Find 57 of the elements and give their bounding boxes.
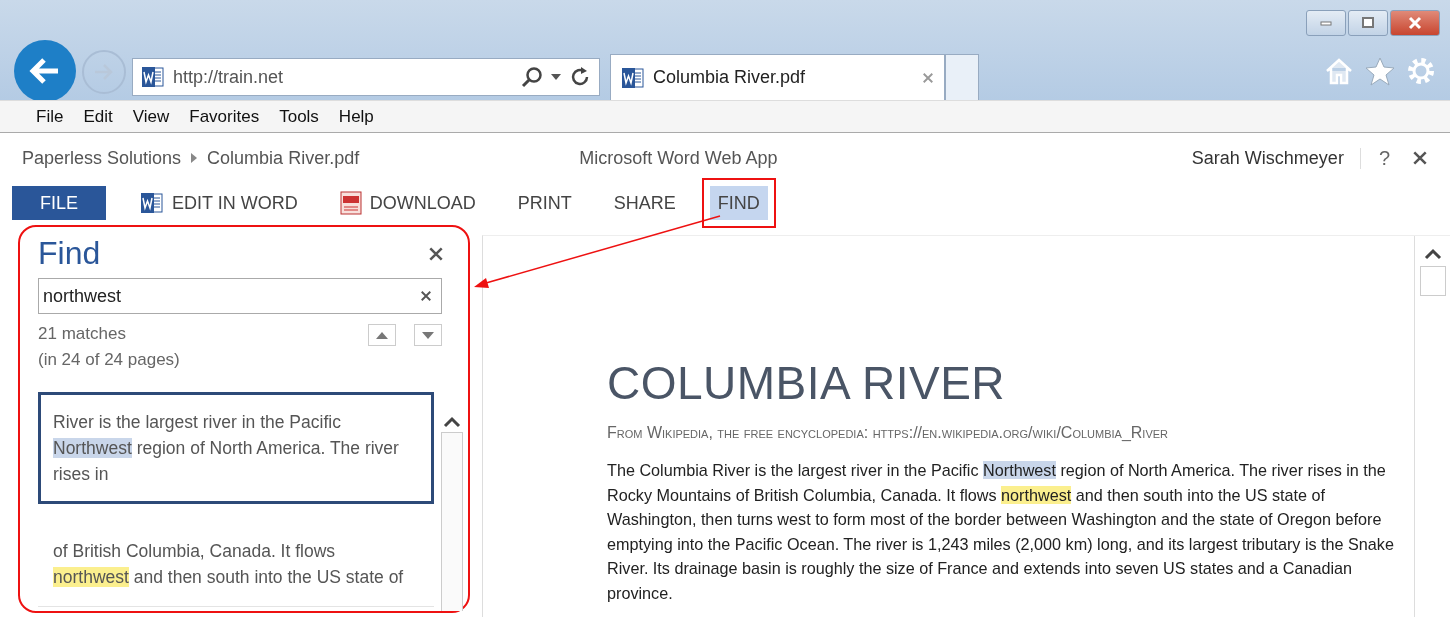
ribbon-button[interactable]: EDIT IN WORD [132,186,306,220]
next-match-button[interactable] [414,324,442,346]
menu-item[interactable]: Favorites [189,106,260,127]
document-subtitle: From Wikipedia, the free encyclopedia: https://en.wikipedia.org/wiki/Columbia_River [607,424,1170,442]
ribbon-button[interactable]: FILE [12,186,106,220]
maximize-button[interactable] [1348,10,1388,36]
document-title: COLUMBIA RIVER [607,356,1007,410]
word-icon [141,65,165,89]
scrollbar-thumb[interactable] [1419,266,1446,296]
menu-item[interactable]: View [132,106,170,127]
triangle-up-icon [376,331,388,339]
help-button[interactable]: ? [1378,146,1390,170]
browser-tab[interactable]: Columbia River.pdf [610,54,945,100]
menu-item[interactable]: Edit [83,106,113,127]
breadcrumb-link[interactable]: Columbia River.pdf [207,147,360,169]
close-button[interactable] [1390,10,1440,36]
result-snippet: River is the largest river in the Pacific Northwest region of North America. The river rises in [53,411,400,486]
close-icon[interactable] [428,245,444,262]
minimize-button[interactable] [1306,10,1346,36]
pdf-icon [339,191,362,215]
breadcrumb-link[interactable]: Paperless Solutions [22,147,182,169]
maximize-icon [1360,15,1376,31]
ribbon-button[interactable]: SHARE [605,186,684,220]
search-result[interactable]: of British Columbia, Canada. It flows northwest and then south into the US state of [38,522,434,607]
search-result[interactable]: River is the largest river in the Pacific Northwest region of North America. The river rises in [38,392,434,504]
result-snippet: of British Columbia, Canada. It flows northwest and then south into the US state of [53,540,405,589]
url-text: http://train.net [173,66,285,88]
triangle-down-icon [422,331,434,339]
ribbon-button[interactable]: DOWNLOAD [331,186,484,220]
user-name[interactable]: Sarah Wischmeyer [1191,147,1361,169]
menu-item[interactable]: Help [338,106,374,127]
close-icon [1407,15,1423,31]
word-icon [140,191,164,215]
page-count: (in 24 of 24 pages) [38,350,180,370]
refresh-icon[interactable] [569,66,591,88]
app-name: Microsoft Word Web App [579,147,778,169]
scroll-up-icon[interactable] [443,416,461,428]
star-icon[interactable] [1364,56,1396,86]
document-paragraph: The Columbia River is the largest river in the Pacific Northwest region of North America. The river rises in the Rocky Mountains of British Columbia, Canada. It flows northwest and then south into the US state of Washington, then turns west to form most of the border between Washington and the state of Oregon before emptying into the Pacific Ocean. The river is 1,243 miles (2,000 km) long, and its largest tributary is the Snake River. Its drainage basin is roughly the size of France and extends into seven US states and a Canadian province. [607,460,1395,604]
menu-item[interactable]: File [36,106,64,127]
close-icon[interactable] [1412,150,1428,166]
clear-icon[interactable] [420,290,432,302]
dropdown-caret-icon[interactable] [551,74,561,80]
ribbon-button[interactable]: PRINT [509,186,580,220]
ribbon-button[interactable]: FIND [709,186,768,220]
scrollbar-track[interactable] [441,432,463,611]
match-count: 21 matches [38,324,127,344]
scroll-up-icon[interactable] [1423,248,1442,260]
address-bar[interactable]: http://train.net [132,58,600,96]
menu-item[interactable]: Tools [279,106,319,127]
panel-title: Find [38,235,101,272]
search-icon[interactable] [521,66,543,88]
chevron-right-icon [191,153,198,163]
previous-match-button[interactable] [368,324,396,346]
minimize-icon [1320,20,1332,26]
search-field[interactable]: northwest [38,278,442,314]
word-icon [621,65,645,90]
